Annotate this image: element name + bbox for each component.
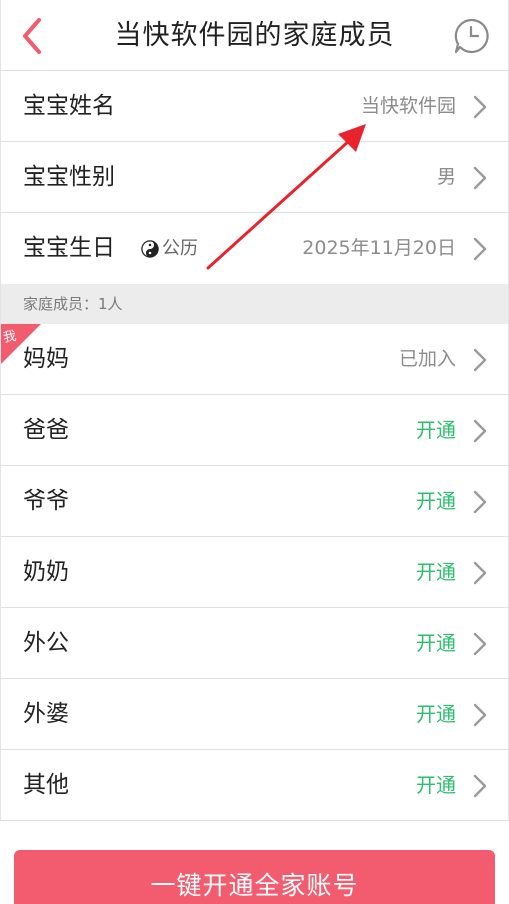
baby-name-value: 当快软件园: [360, 95, 456, 117]
member-label: 爷爷: [23, 488, 69, 514]
chevron-right-icon: [473, 348, 487, 372]
chevron-right-icon: [473, 237, 487, 261]
activate-link[interactable]: 开通: [416, 537, 456, 608]
calendar-type-toggle[interactable]: 公历: [141, 213, 198, 284]
activate-link[interactable]: 开通: [416, 395, 456, 466]
member-label: 妈妈: [23, 346, 69, 372]
member-row-mother[interactable]: 我 妈妈 已加入: [0, 324, 509, 395]
chevron-right-icon: [473, 490, 487, 514]
family-count-header: 家庭成员：1人: [0, 284, 509, 324]
baby-name-row[interactable]: 宝宝姓名 当快软件园: [0, 71, 509, 142]
chevron-right-icon: [473, 419, 487, 443]
history-button[interactable]: [452, 17, 490, 55]
top-bar: 当快软件园的家庭成员: [0, 0, 509, 71]
baby-gender-value: 男: [436, 166, 456, 188]
yin-yang-icon: [141, 239, 159, 258]
member-label: 爸爸: [23, 417, 69, 443]
baby-gender-row[interactable]: 宝宝性别 男: [0, 142, 509, 213]
clock-bubble-icon: [454, 18, 489, 54]
member-label: 奶奶: [23, 559, 69, 585]
page-title: 当快软件园的家庭成员: [114, 20, 395, 51]
member-status: 已加入: [398, 348, 456, 370]
chevron-right-icon: [473, 166, 487, 190]
activate-link[interactable]: 开通: [416, 466, 456, 537]
chevron-right-icon: [473, 703, 487, 727]
activate-link[interactable]: 开通: [416, 750, 456, 821]
member-row-paternal-grandfather[interactable]: 爷爷 开通: [0, 466, 509, 537]
baby-birthday-row[interactable]: 宝宝生日 公历 2025年11月20日: [0, 213, 509, 284]
member-label: 外婆: [23, 701, 69, 727]
member-row-paternal-grandmother[interactable]: 奶奶 开通: [0, 537, 509, 608]
baby-birthday-label: 宝宝生日: [23, 235, 115, 261]
baby-name-label: 宝宝姓名: [23, 93, 115, 119]
member-row-father[interactable]: 爸爸 开通: [0, 395, 509, 466]
calendar-type-label: 公历: [162, 238, 198, 259]
chevron-right-icon: [473, 561, 487, 585]
member-label: 其他: [23, 772, 69, 798]
member-row-other[interactable]: 其他 开通: [0, 750, 509, 821]
baby-birthday-value: 2025年11月20日: [302, 237, 456, 259]
activate-link[interactable]: 开通: [416, 679, 456, 750]
chevron-right-icon: [473, 95, 487, 119]
member-row-maternal-grandmother[interactable]: 外婆 开通: [0, 679, 509, 750]
chevron-right-icon: [473, 774, 487, 798]
member-label: 外公: [23, 630, 69, 656]
chevron-right-icon: [473, 632, 487, 656]
member-row-maternal-grandfather[interactable]: 外公 开通: [0, 608, 509, 679]
family-count-text: 家庭成员：1人: [23, 295, 123, 313]
baby-gender-label: 宝宝性别: [23, 164, 115, 190]
activate-link[interactable]: 开通: [416, 608, 456, 679]
footer: 一键开通全家账号: [0, 822, 509, 904]
activate-all-button[interactable]: 一键开通全家账号: [14, 850, 495, 904]
